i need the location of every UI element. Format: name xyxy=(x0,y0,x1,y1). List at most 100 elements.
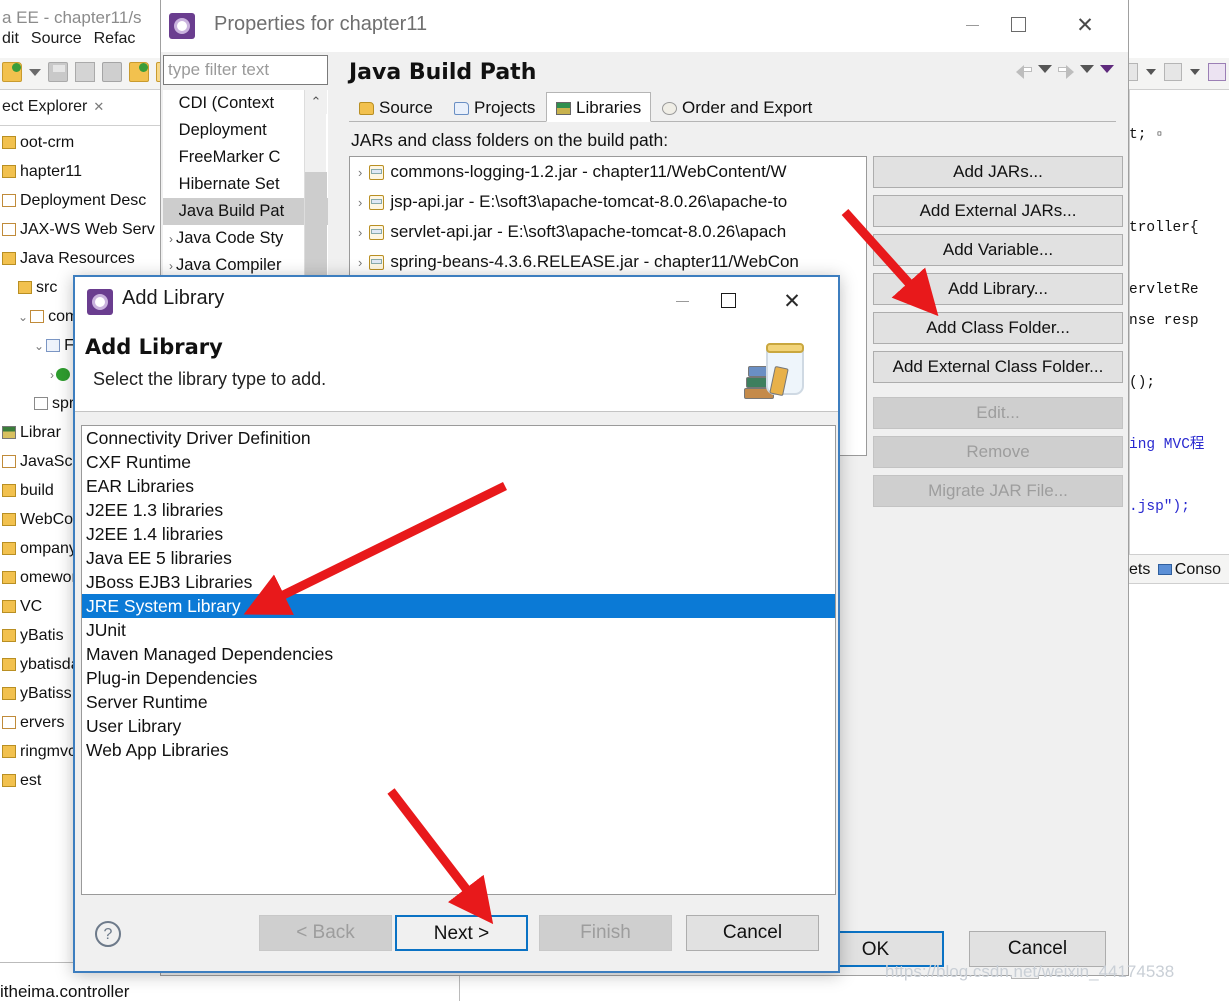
deployment-descriptor-icon xyxy=(2,194,16,207)
cancel-button[interactable]: Cancel xyxy=(686,915,819,951)
menu-dropdown-icon[interactable] xyxy=(1100,65,1114,73)
ide-menu-bar[interactable]: dit Source Refac xyxy=(0,30,165,56)
maximize-icon[interactable] xyxy=(995,8,1041,44)
library-type-item[interactable]: EAR Libraries xyxy=(82,474,835,498)
back-arrow-icon[interactable] xyxy=(1016,62,1032,79)
back-button[interactable]: < Back xyxy=(259,915,392,951)
twisty-icon[interactable]: › xyxy=(358,255,362,270)
console-tabbar[interactable]: ets Conso xyxy=(1129,554,1229,584)
new-wizard-dropdown-icon[interactable] xyxy=(29,68,41,76)
perspective-dropdown-icon[interactable] xyxy=(1146,69,1156,75)
library-type-item[interactable]: JBoss EJB3 Libraries xyxy=(82,570,835,594)
jar-list-item[interactable]: › commons-logging-1.2.jar - chapter11/Web… xyxy=(350,157,866,187)
twisty-icon[interactable]: ⌄ xyxy=(34,339,44,353)
project-explorer-item-label: build xyxy=(20,482,54,499)
build-path-tabs[interactable]: Source Projects Libraries Order and Export xyxy=(349,92,1116,122)
library-type-item[interactable]: User Library xyxy=(82,714,835,738)
twisty-icon[interactable]: › xyxy=(358,225,362,240)
menu-item-edit[interactable]: dit xyxy=(2,30,19,47)
xml-file-icon xyxy=(34,397,48,410)
save-icon[interactable] xyxy=(48,62,68,82)
libraries-books-icon xyxy=(556,102,571,115)
close-icon[interactable]: ✕ xyxy=(770,285,814,319)
project-explorer-item[interactable]: hapter11 xyxy=(0,157,165,186)
jar-label: spring-beans-4.3.6.RELEASE.jar - chapter… xyxy=(390,252,799,271)
run-icon[interactable] xyxy=(1164,63,1182,81)
close-icon[interactable]: ✕ xyxy=(1062,8,1108,44)
library-type-item[interactable]: JUnit xyxy=(82,618,835,642)
add-class-folder-button[interactable]: Add Class Folder... xyxy=(873,312,1123,344)
forward-dropdown-icon[interactable] xyxy=(1080,65,1094,73)
library-type-item[interactable]: Connectivity Driver Definition xyxy=(82,426,835,450)
print-icon[interactable] xyxy=(102,62,122,82)
filter-input[interactable]: type filter text xyxy=(163,55,328,85)
add-library-button[interactable]: Add Library... xyxy=(873,273,1123,305)
back-dropdown-icon[interactable] xyxy=(1038,65,1052,73)
tab-libraries[interactable]: Libraries xyxy=(546,92,652,122)
project-explorer-item[interactable]: Deployment Desc xyxy=(0,186,165,215)
menu-item-refactor[interactable]: Refac xyxy=(94,30,136,47)
twisty-icon[interactable]: ⌄ xyxy=(18,310,28,324)
jar-list-item[interactable]: › servlet-api.jar - E:\soft3\apache-tomca… xyxy=(350,217,866,247)
library-type-item[interactable]: Server Runtime xyxy=(82,690,835,714)
help-icon[interactable]: ? xyxy=(95,921,121,947)
add-library-dialog: Add Library ✕ Add Library Select the lib… xyxy=(73,275,840,973)
add-jars-button[interactable]: Add JARs... xyxy=(873,156,1123,188)
library-type-item[interactable]: JRE System Library xyxy=(82,594,835,618)
twisty-icon[interactable]: › xyxy=(358,195,362,210)
minimize-icon[interactable] xyxy=(660,285,704,319)
add-external-jars-button[interactable]: Add External JARs... xyxy=(873,195,1123,227)
add-library-footer: ? < Back Next > Finish Cancel xyxy=(75,897,838,971)
project-explorer-item[interactable]: Java Resources xyxy=(0,244,165,273)
save-all-icon[interactable] xyxy=(75,62,95,82)
next-button[interactable]: Next > xyxy=(395,915,528,951)
twisty-icon[interactable]: › xyxy=(358,165,362,180)
tab-source[interactable]: Source xyxy=(349,92,443,122)
scroll-up-icon[interactable]: ⌃ xyxy=(305,90,327,114)
tab-projects[interactable]: Projects xyxy=(444,92,545,122)
new-wizard-icon[interactable] xyxy=(2,62,22,82)
jar-list-item[interactable]: › spring-beans-4.3.6.RELEASE.jar - chapte… xyxy=(350,247,866,277)
add-library-header: Add Library Select the library type to a… xyxy=(75,327,838,412)
tab-label: Order and Export xyxy=(682,98,813,117)
library-type-item[interactable]: Java EE 5 libraries xyxy=(82,546,835,570)
library-type-item[interactable]: Web App Libraries xyxy=(82,738,835,762)
jar-list-item[interactable]: › jsp-api.jar - E:\soft3\apache-tomcat-8.… xyxy=(350,187,866,217)
tab-order-and-export[interactable]: Order and Export xyxy=(652,92,822,122)
tab-project-explorer[interactable]: ect Explorer ✕ xyxy=(0,98,165,116)
library-type-item[interactable]: Maven Managed Dependencies xyxy=(82,642,835,666)
jar-icon xyxy=(369,255,385,270)
external-tools-icon[interactable] xyxy=(1208,63,1226,81)
twisty-icon[interactable]: › xyxy=(169,259,173,273)
jar-icon xyxy=(369,225,385,240)
finish-button[interactable]: Finish xyxy=(539,915,672,951)
run-dropdown-icon[interactable] xyxy=(1190,69,1200,75)
project-explorer-item[interactable]: JAX-WS Web Serv xyxy=(0,215,165,244)
properties-tree-item-label: Java Compiler xyxy=(176,256,282,274)
forward-arrow-icon[interactable] xyxy=(1058,62,1074,79)
menu-item-source[interactable]: Source xyxy=(31,30,82,47)
library-type-item[interactable]: CXF Runtime xyxy=(82,450,835,474)
open-type-icon[interactable] xyxy=(129,62,149,82)
source-folder-icon xyxy=(18,281,32,294)
close-icon[interactable]: ✕ xyxy=(93,99,104,114)
add-variable-button[interactable]: Add Variable... xyxy=(873,234,1123,266)
library-type-item[interactable]: Plug-in Dependencies xyxy=(82,666,835,690)
twisty-icon[interactable]: › xyxy=(50,368,54,382)
jar-label: jsp-api.jar - E:\soft3\apache-tomcat-8.0… xyxy=(390,192,788,211)
package-icon xyxy=(30,310,45,323)
properties-tree-item-label: Java Code Sty xyxy=(176,229,284,247)
minimize-icon[interactable] xyxy=(949,8,995,44)
twisty-icon[interactable]: › xyxy=(169,232,173,246)
library-type-item[interactable]: J2EE 1.3 libraries xyxy=(82,498,835,522)
project-explorer-item[interactable]: oot-crm xyxy=(0,128,165,157)
libraries-icon xyxy=(2,426,16,439)
add-external-class-folder-button[interactable]: Add External Class Folder... xyxy=(873,351,1123,383)
properties-tree-item-label: CDI (Context xyxy=(178,94,275,112)
library-type-list[interactable]: Connectivity Driver Definition CXF Runtim… xyxy=(81,425,836,895)
project-explorer-item-label: hapter11 xyxy=(20,163,82,180)
project-icon xyxy=(2,165,16,178)
library-type-item[interactable]: J2EE 1.4 libraries xyxy=(82,522,835,546)
jars-label: JARs and class folders on the build path… xyxy=(351,130,669,150)
maximize-icon[interactable] xyxy=(706,285,750,319)
